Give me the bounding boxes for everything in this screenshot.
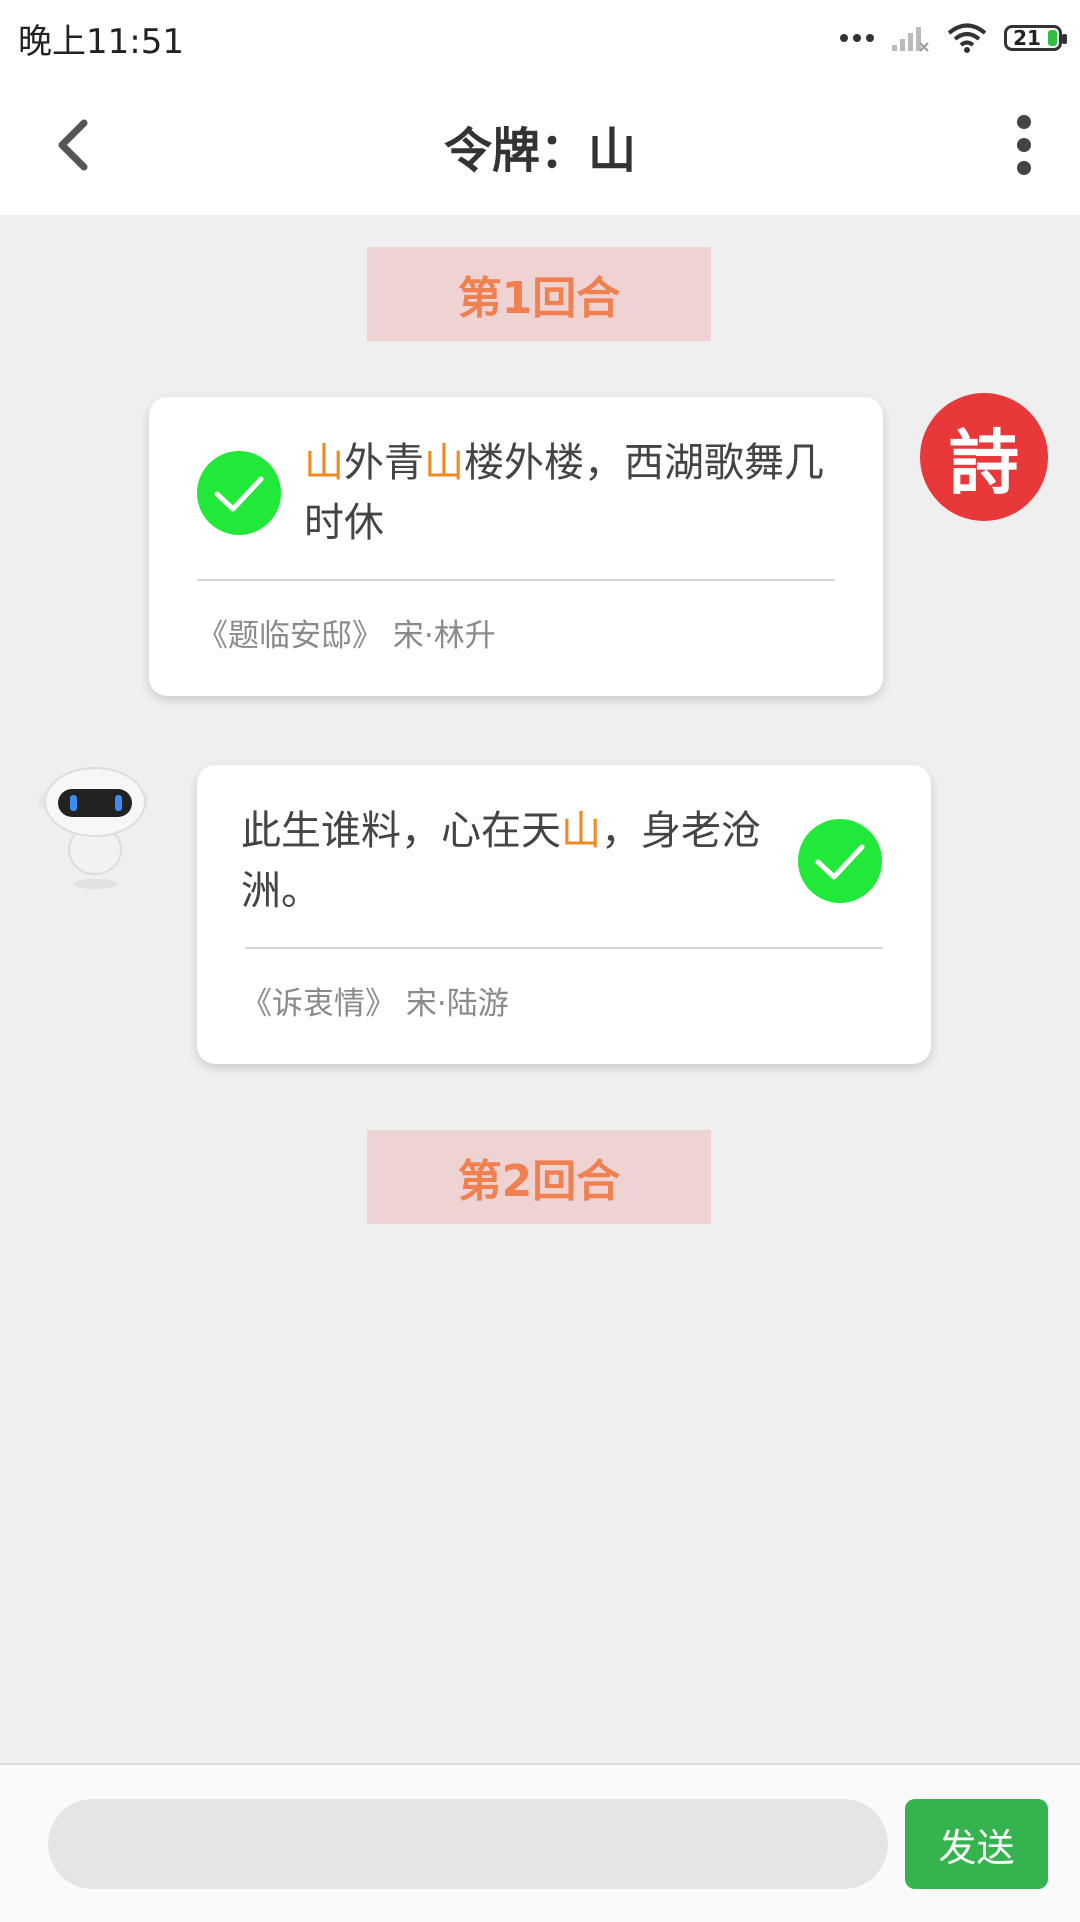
battery-icon: 21	[1004, 25, 1067, 51]
correct-check-icon	[197, 451, 281, 535]
message-card: 此生谁料，心在天山，身老沧洲。 《诉衷情》 宋·陆游	[197, 765, 931, 1064]
verse-highlight: 山	[561, 808, 601, 854]
cellular-signal-icon	[892, 27, 929, 52]
poem-source: 《诉衷情》 宋·陆游	[241, 986, 509, 1022]
wifi-icon	[947, 23, 987, 53]
status-icons: 21	[840, 18, 1067, 58]
app-bar: 令牌：山	[0, 75, 1080, 215]
status-time: 晚上11:51	[18, 22, 184, 62]
poem-source: 《题临安邸》 宋·林升	[197, 618, 496, 654]
round-banner-2: 第2回合	[367, 1130, 711, 1224]
send-button[interactable]: 发送	[905, 1799, 1048, 1889]
verse-highlight: 山	[424, 440, 464, 486]
more-options-icon[interactable]	[1012, 115, 1036, 175]
battery-level: 21	[1013, 26, 1041, 50]
verse-segment: 外青	[344, 440, 424, 486]
card-divider	[245, 947, 883, 949]
verse-text: 山外青山楼外楼，西湖歌舞几时休	[304, 433, 844, 553]
verse-segment: 此生谁料，心在天	[241, 808, 561, 854]
message-card: 山外青山楼外楼，西湖歌舞几时休 《题临安邸》 宋·林升	[149, 397, 883, 696]
verse-text: 此生谁料，心在天山，身老沧洲。	[241, 801, 761, 921]
robot-avatar	[38, 766, 152, 896]
composer-bar: 发送	[0, 1763, 1080, 1922]
more-notifications-icon	[840, 34, 874, 42]
verse-highlight: 山	[304, 440, 344, 486]
card-divider	[197, 579, 835, 581]
poem-avatar: 詩	[920, 393, 1048, 521]
status-bar: 晚上11:51 21	[0, 0, 1080, 75]
message-input[interactable]	[48, 1799, 888, 1889]
correct-check-icon	[798, 819, 882, 903]
page-title: 令牌：山	[443, 123, 636, 179]
round-banner-1: 第1回合	[367, 247, 711, 341]
